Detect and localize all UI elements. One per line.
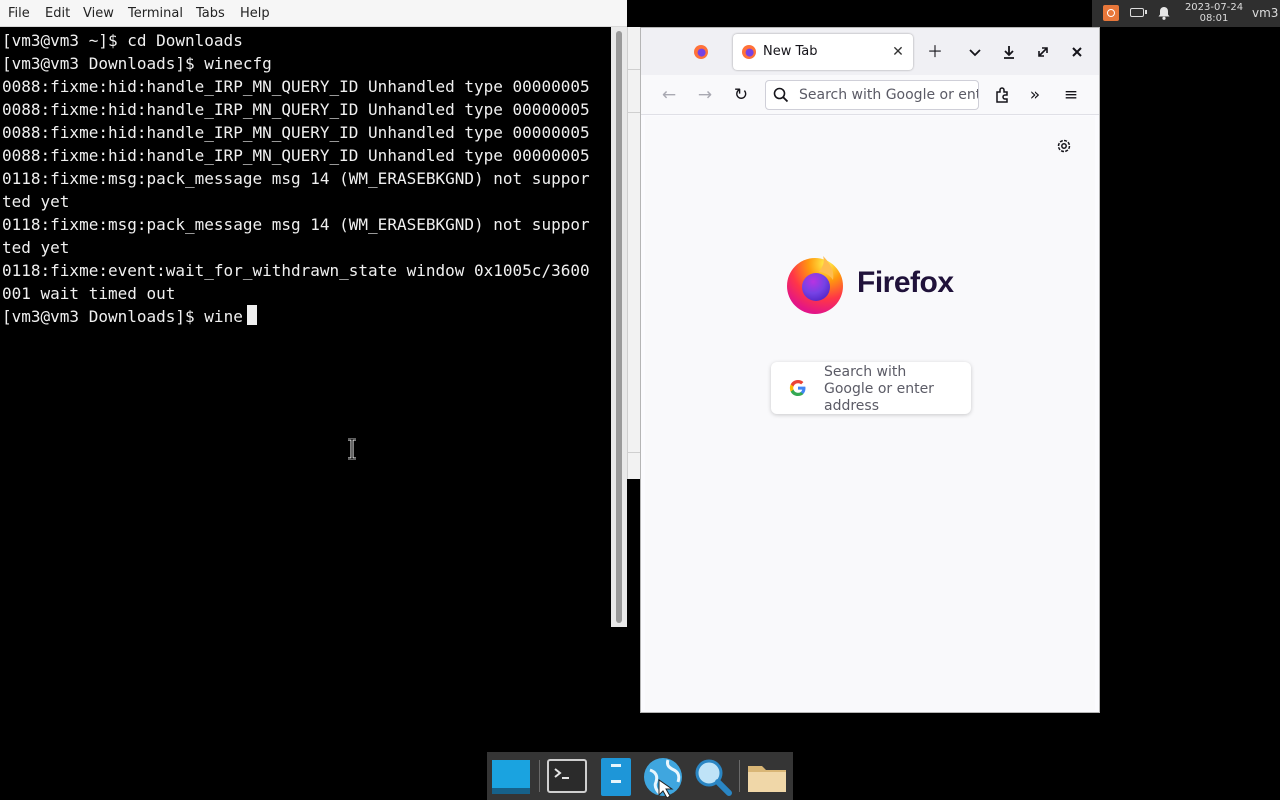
terminal-line: ted yet (2, 238, 70, 257)
menu-file[interactable]: File (8, 6, 30, 21)
terminal-icon[interactable] (546, 756, 588, 798)
clock-time: 08:01 (1199, 13, 1229, 24)
new-tab-page: Firefox Search with Google or enter addr… (645, 116, 1095, 710)
firefox-favicon-icon (742, 45, 756, 59)
terminal-prompt-line[interactable]: [vm3@vm3 Downloads]$ wine (2, 305, 257, 328)
list-all-tabs-chevron-icon[interactable] (963, 40, 987, 64)
menu-help[interactable]: Help (240, 6, 270, 21)
navigation-toolbar: ← → ↻ Search with Google or enter addres… (641, 75, 1099, 115)
terminal-menubar: File Edit View Terminal Tabs Help (0, 0, 627, 27)
extensions-puzzle-icon[interactable] (991, 83, 1015, 107)
maximize-icon[interactable] (1031, 40, 1055, 64)
terminal-line: ted yet (2, 192, 70, 211)
dock (487, 752, 793, 800)
terminal-line: [vm3@vm3 Downloads]$ winecfg (2, 54, 272, 73)
menu-edit[interactable]: Edit (45, 6, 70, 21)
notification-bell-icon[interactable] (1156, 5, 1172, 21)
terminal-line: 0118:fixme:msg:pack_message msg 14 (WM_E… (2, 169, 590, 188)
hamburger-menu-icon[interactable]: ≡ (1059, 83, 1083, 107)
background-window-edge (627, 27, 642, 479)
close-window-icon[interactable] (1065, 40, 1089, 64)
search-box-placeholder: Search with Google or enter address (824, 364, 934, 414)
menu-terminal[interactable]: Terminal (128, 6, 183, 21)
forward-arrow-icon[interactable]: → (693, 83, 717, 107)
clock-date: 2023-07-24 (1184, 2, 1244, 13)
show-desktop-icon[interactable] (490, 756, 532, 798)
tab-new-tab[interactable]: New Tab ✕ (733, 34, 913, 70)
tray-app-icon[interactable] (1103, 5, 1119, 21)
folder-icon[interactable] (746, 756, 788, 798)
terminal-line: 0088:fixme:hid:handle_IRP_MN_QUERY_ID Un… (2, 77, 590, 96)
battery-icon[interactable] (1130, 8, 1147, 17)
gear-icon[interactable] (1055, 137, 1073, 155)
terminal-output[interactable]: [vm3@vm3 ~]$ cd Downloads [vm3@vm3 Downl… (0, 27, 611, 627)
google-icon (789, 380, 806, 396)
terminal-line: 001 wait timed out (2, 284, 176, 303)
terminal-scrollbar[interactable] (611, 27, 627, 627)
firefox-view-tab-icon[interactable] (693, 44, 709, 60)
file-manager-icon[interactable] (595, 756, 637, 798)
ibeam-cursor-icon (348, 438, 356, 460)
reload-icon[interactable]: ↻ (729, 83, 753, 107)
terminal-line: 0088:fixme:hid:handle_IRP_MN_QUERY_ID Un… (2, 146, 590, 165)
dock-separator (739, 760, 740, 792)
web-browser-globe-icon[interactable] (642, 756, 684, 798)
terminal-line: 0088:fixme:hid:handle_IRP_MN_QUERY_ID Un… (2, 123, 590, 142)
tab-bar: New Tab ✕ ＋ (641, 28, 1099, 75)
search-magnifier-icon[interactable] (691, 756, 733, 798)
terminal-input[interactable]: wine (204, 307, 243, 326)
close-tab-icon[interactable]: ✕ (889, 43, 907, 61)
terminal-window: File Edit View Terminal Tabs Help [vm3@v… (0, 0, 627, 627)
new-tab-search-box[interactable]: Search with Google or enter address (771, 362, 971, 414)
tab-title: New Tab (763, 44, 818, 59)
dock-separator (539, 760, 540, 792)
terminal-cursor (246, 305, 257, 325)
url-bar[interactable]: Search with Google or enter address (765, 80, 979, 110)
terminal-prompt: [vm3@vm3 Downloads]$ (2, 307, 205, 326)
back-arrow-icon[interactable]: ← (657, 83, 681, 107)
user-name[interactable]: vm3 (1252, 6, 1278, 20)
overflow-chevrons-icon[interactable]: » (1023, 83, 1047, 107)
terminal-line: 0118:fixme:msg:pack_message msg 14 (WM_E… (2, 215, 590, 234)
new-tab-plus-icon[interactable]: ＋ (923, 40, 947, 64)
url-placeholder: Search with Google or enter address (799, 87, 978, 103)
firefox-wordmark: Firefox (857, 266, 954, 299)
terminal-line: 0118:fixme:event:wait_for_withdrawn_stat… (2, 261, 590, 280)
terminal-scroll-thumb[interactable] (616, 31, 622, 623)
download-icon[interactable] (997, 40, 1021, 64)
system-top-panel: 2023-07-24 08:01 vm3 (1092, 0, 1280, 27)
terminal-line: 0088:fixme:hid:handle_IRP_MN_QUERY_ID Un… (2, 100, 590, 119)
terminal-line: [vm3@vm3 ~]$ cd Downloads (2, 31, 243, 50)
menu-view[interactable]: View (83, 6, 114, 21)
search-icon (773, 87, 789, 103)
firefox-window: New Tab ✕ ＋ ← → ↻ Search with Google or … (640, 27, 1100, 713)
clock[interactable]: 2023-07-24 08:01 (1184, 2, 1244, 24)
firefox-logo-icon (787, 256, 843, 314)
menu-tabs[interactable]: Tabs (196, 6, 225, 21)
